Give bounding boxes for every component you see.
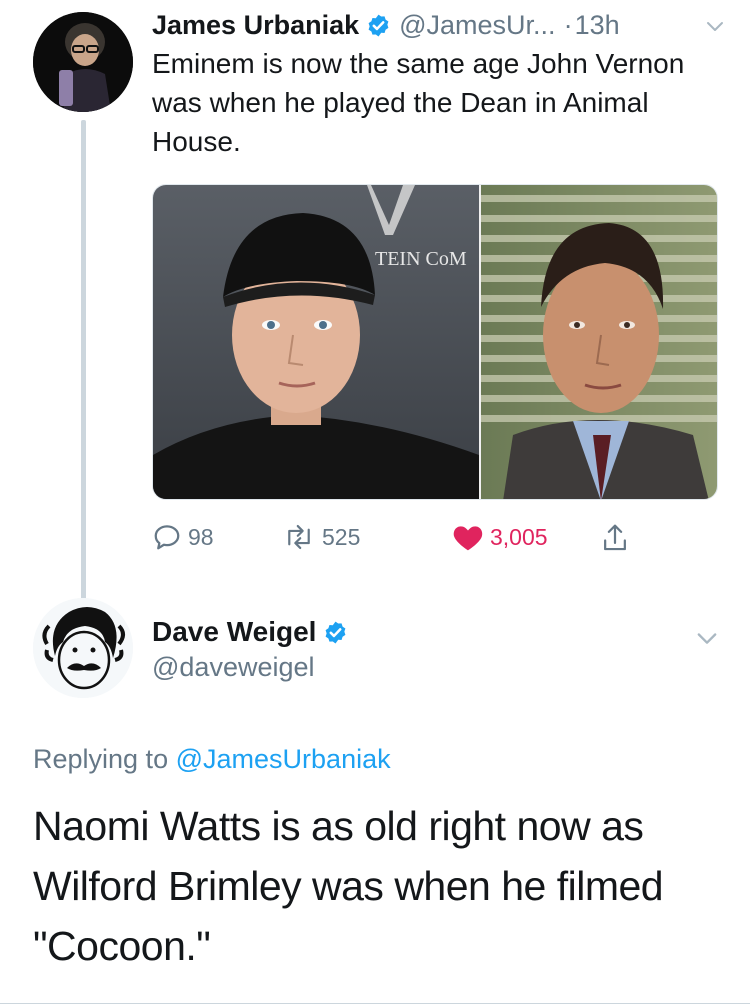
retweet-button[interactable]: 525 [282,522,360,552]
author-handle[interactable]: @JamesUr... [399,10,555,41]
verified-badge-icon [368,14,389,36]
avatar-dave-weigel[interactable] [33,598,133,698]
share-icon [604,524,626,551]
retweet-count: 525 [322,523,361,550]
tweet-text: Eminem is now the same age John Vernon w… [152,48,685,157]
heart-icon [453,526,483,551]
like-count: 3,005 [490,523,548,550]
reply-count: 98 [188,523,214,550]
chevron-down-icon[interactable] [693,624,721,652]
media-backdrop-text: TEIN CoM [375,248,467,270]
author-name[interactable]: Dave Weigel [152,616,316,648]
reply-button[interactable]: 98 [152,522,214,552]
like-button[interactable]: 3,005 [452,522,548,552]
tweet-actions: 98 525 3,005 [152,522,652,562]
share-button[interactable] [600,522,636,554]
tweet1-header: James Urbaniak @JamesUr... · 13h [152,8,727,42]
retweet-icon [288,524,310,550]
reply-icon [154,525,180,550]
author-name[interactable]: James Urbaniak [152,10,359,41]
avatar-james-urbaniak[interactable] [33,12,133,112]
tweet-text: Naomi Watts is as old right now as Wilfo… [33,803,664,969]
tweet-media-image[interactable]: TEIN CoM [152,184,718,500]
replying-to-line: Replying to @JamesUrbaniak [33,744,391,775]
divider [0,1003,750,1004]
thread-connector-line [81,120,86,600]
chevron-down-icon[interactable] [703,14,727,38]
timestamp[interactable]: 13h [575,10,620,41]
separator-dot: · [563,9,573,40]
replying-prefix: Replying to [33,744,169,774]
author-handle[interactable]: @daveweigel [152,652,315,683]
replying-to-mention[interactable]: @JamesUrbaniak [176,744,391,774]
verified-badge-icon [326,621,346,643]
tweet2-header: Dave Weigel [152,614,348,650]
